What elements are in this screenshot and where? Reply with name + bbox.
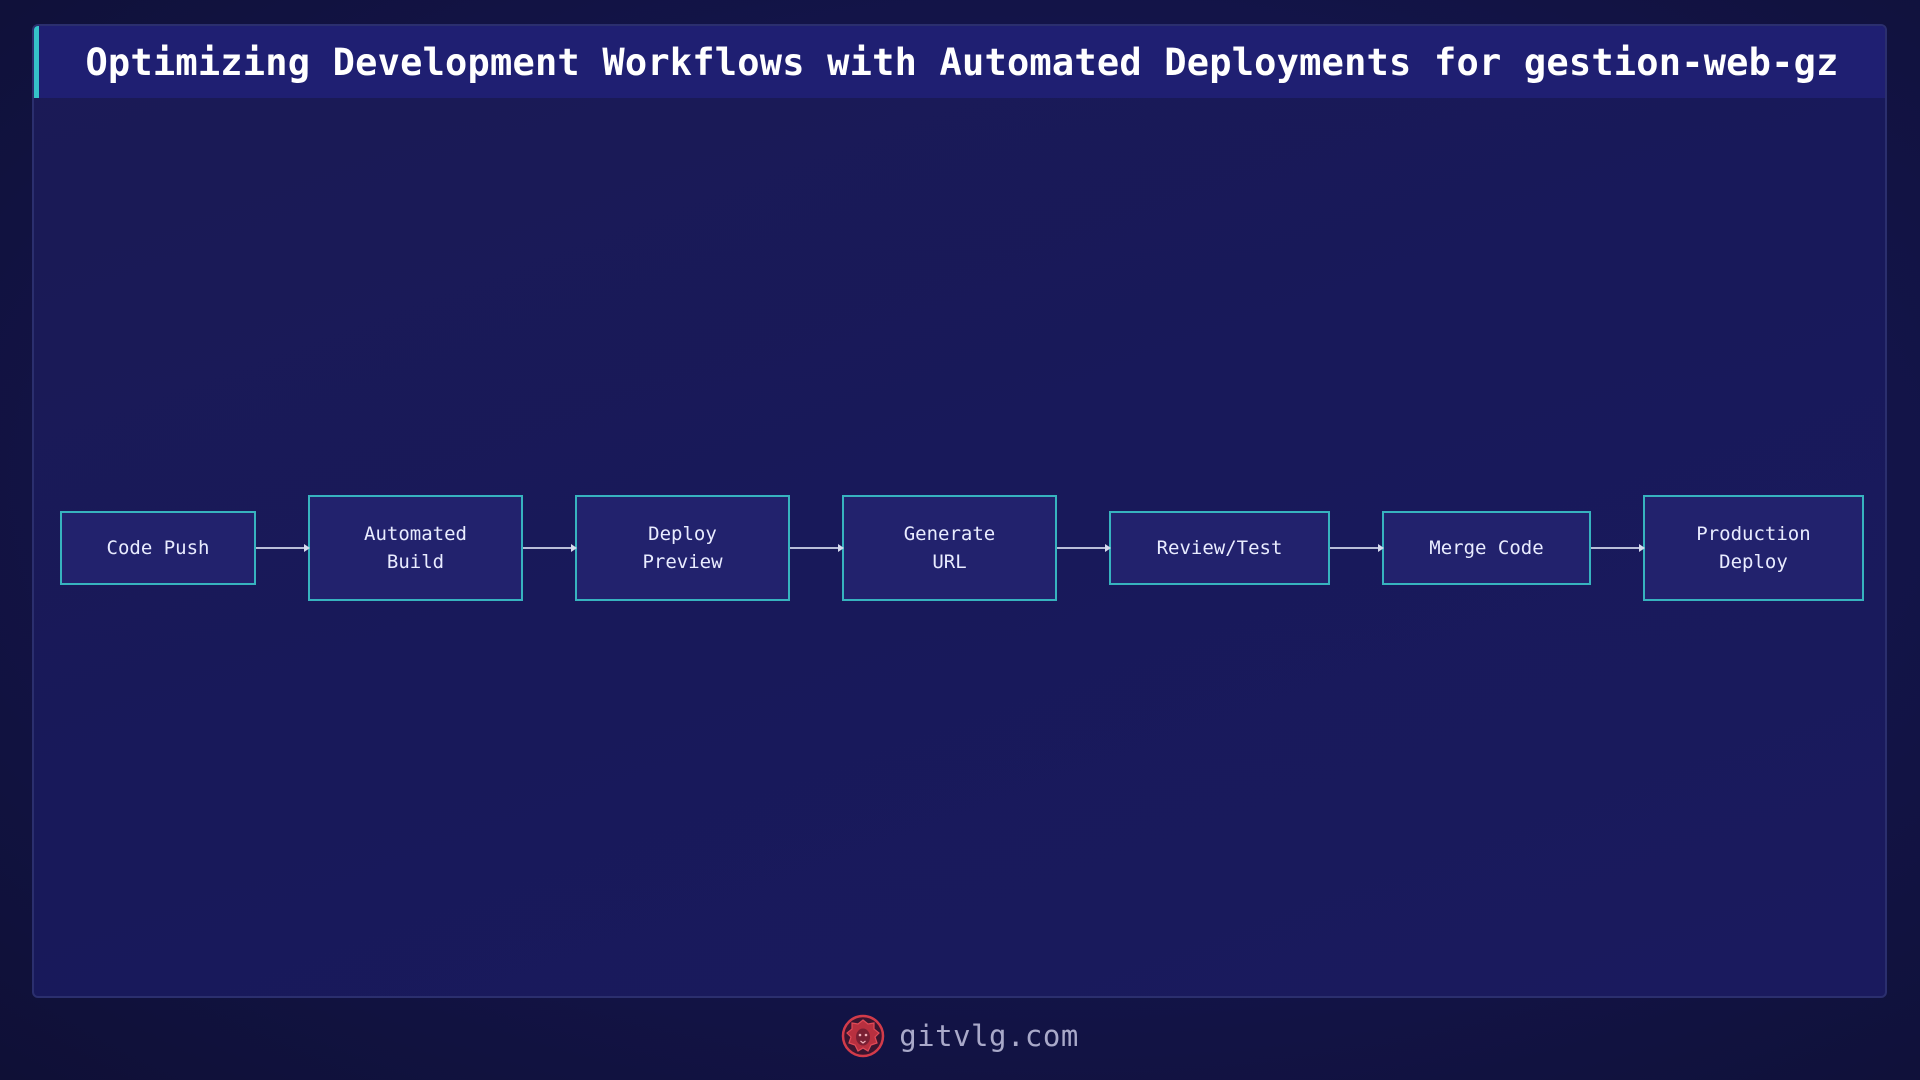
node-label: Review/Test xyxy=(1156,537,1283,559)
node-code-push: Code Push xyxy=(60,511,256,585)
footer: gitvlg.com xyxy=(0,1010,1920,1062)
edge-arrow xyxy=(1330,544,1384,552)
node-automated-build: Automated Build xyxy=(308,495,523,601)
node-label: Merge Code xyxy=(1429,537,1544,559)
edge-arrow xyxy=(790,544,844,552)
lion-logo-icon xyxy=(841,1014,885,1058)
node-label: Generate URL xyxy=(903,523,996,573)
node-deploy-preview: Deploy Preview xyxy=(575,495,790,601)
node-label: Code Push xyxy=(106,537,210,559)
edge-arrow xyxy=(256,544,310,552)
edge-arrow xyxy=(1057,544,1111,552)
footer-site[interactable]: gitvlg.com xyxy=(899,1019,1079,1053)
node-label: Automated Build xyxy=(364,523,467,573)
edge-arrow xyxy=(1591,544,1645,552)
node-label: Production Deploy xyxy=(1696,523,1811,573)
edge-arrow xyxy=(523,544,577,552)
node-merge-code: Merge Code xyxy=(1382,511,1591,585)
diagram-card: Optimizing Development Workflows with Au… xyxy=(32,24,1887,998)
node-review-test: Review/Test xyxy=(1109,511,1330,585)
node-generate-url: Generate URL xyxy=(842,495,1057,601)
node-production-deploy: Production Deploy xyxy=(1643,495,1864,601)
workflow-diagram: Code Push Automated Build Deploy Preview… xyxy=(34,26,1885,996)
node-label: Deploy Preview xyxy=(642,523,723,573)
